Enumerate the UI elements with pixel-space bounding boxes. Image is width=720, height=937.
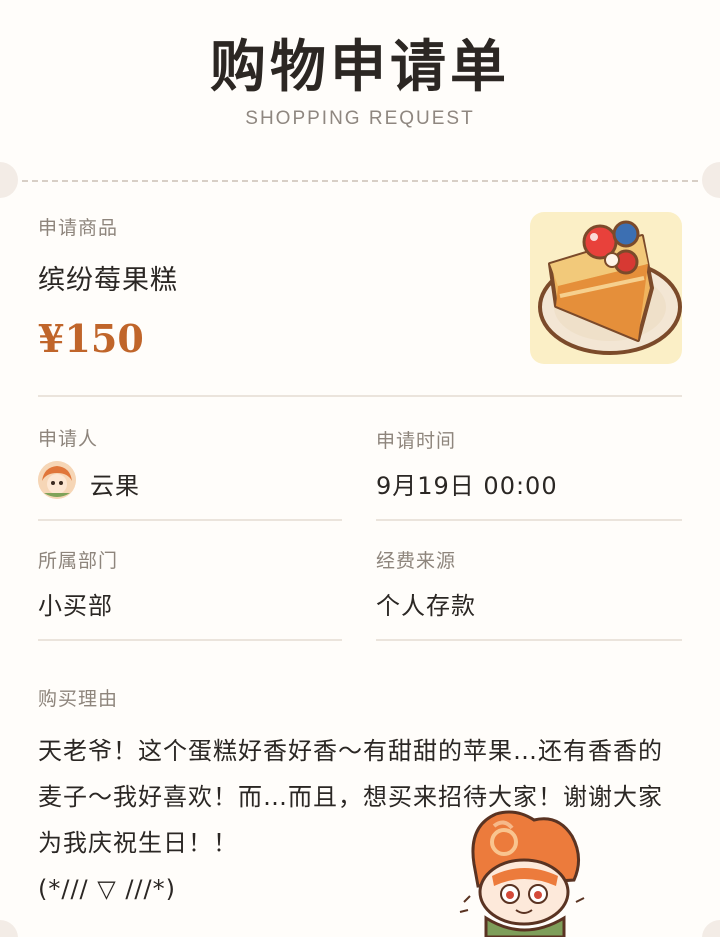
funding-label: 经费来源	[376, 550, 457, 572]
department-label: 所属部门	[38, 550, 119, 572]
time-label: 申请时间	[376, 430, 457, 452]
product-price: ¥150	[38, 316, 144, 361]
page-title: 购物申请单	[210, 34, 510, 100]
product-label: 申请商品	[38, 217, 119, 239]
reason-emoticon: (*/// ▽ ///*)	[38, 875, 176, 903]
applicant-name: 云果	[90, 472, 140, 500]
dashed-divider	[22, 180, 698, 182]
berry-cake-image[interactable]	[530, 212, 682, 364]
shopping-request-card: 购物申请单 SHOPPING REQUEST 申请商品 缤纷莓果糕 ¥150 申…	[0, 0, 720, 937]
funding-value: 个人存款	[376, 592, 476, 620]
avatar	[38, 461, 76, 499]
department-value: 小买部	[38, 592, 113, 620]
time-value: 9月19日 00:00	[376, 472, 558, 500]
ticket-notch-bottom-right	[702, 920, 720, 937]
ticket-notch-bottom-left	[0, 920, 18, 937]
ticket-notch-left	[0, 162, 18, 198]
divider	[38, 639, 342, 641]
divider	[38, 519, 342, 521]
divider	[376, 519, 682, 521]
reason-label: 购买理由	[38, 688, 119, 710]
divider	[38, 395, 682, 397]
applicant-label: 申请人	[38, 428, 99, 450]
ticket-notch-right	[702, 162, 720, 198]
mascot-sticker-image	[446, 806, 596, 937]
page-subtitle: SHOPPING REQUEST	[245, 108, 475, 129]
divider	[376, 639, 682, 641]
product-name: 缤纷莓果糕	[38, 265, 178, 296]
